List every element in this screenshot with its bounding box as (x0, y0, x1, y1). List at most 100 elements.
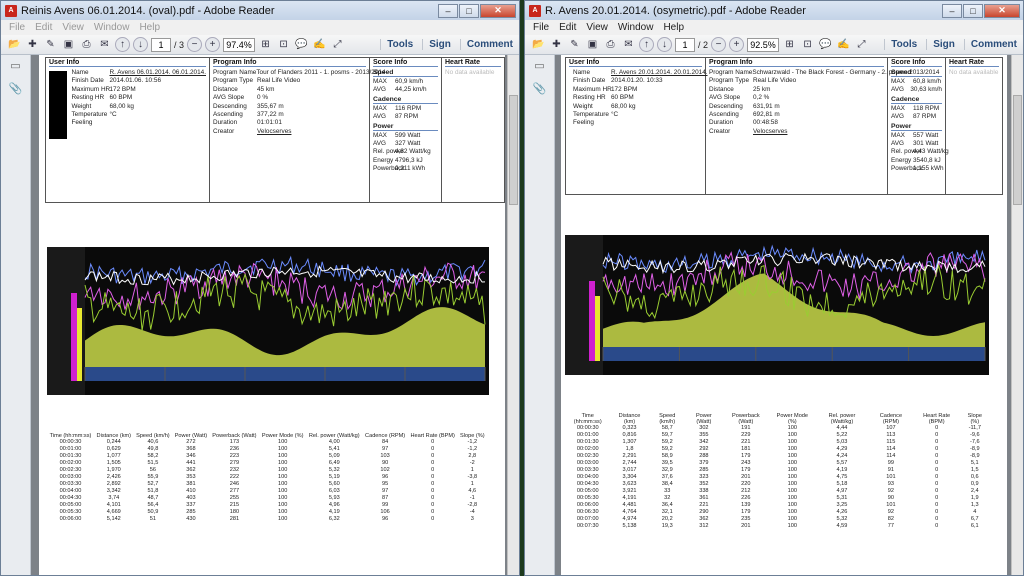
program-info-value[interactable]: Velocserves (753, 128, 787, 136)
title-bar[interactable]: A Reinis Avens 06.01.2014. (oval).pdf - … (1, 1, 519, 20)
table-cell: 5,57 (836, 460, 848, 466)
page-number-input[interactable]: 1 (151, 37, 171, 52)
prev-page-icon[interactable]: ↑ (639, 37, 654, 52)
table-cell: 221 (741, 439, 751, 445)
program-info-label: Duration (213, 119, 238, 127)
maximize-button[interactable]: □ (963, 3, 983, 18)
print-icon[interactable]: ⎙ (79, 37, 94, 52)
pages-icon[interactable]: ▭ (10, 59, 20, 72)
attachment-icon[interactable]: 📎 (9, 82, 23, 95)
expand-icon[interactable]: ⤢ (330, 37, 345, 52)
sign-link[interactable]: Sign (422, 39, 457, 50)
document-viewport[interactable]: User Info Name R. Avens 20.01.2014. 20.01… (555, 55, 1011, 575)
open-icon[interactable]: 📂 (7, 37, 22, 52)
menu-view[interactable]: View (586, 22, 608, 33)
menu-edit[interactable]: Edit (559, 22, 576, 33)
table-row: 00:04:00 3,342 51,8 410 277 100 6,03 97 0 4,6 (47, 488, 487, 495)
tools-link[interactable]: Tools (380, 39, 419, 50)
left-reader-window[interactable]: A Reinis Avens 06.01.2014. (oval).pdf - … (0, 0, 520, 576)
save-icon[interactable]: ▣ (61, 37, 76, 52)
prev-page-icon[interactable]: ↑ (115, 37, 130, 52)
minimize-button[interactable]: – (438, 3, 458, 18)
user-info-value[interactable]: R. Avens 20.01.2014. 20.01.2014. (611, 69, 708, 77)
program-info-header: Program Info (213, 59, 366, 67)
table-cell: 82 (887, 516, 894, 522)
table-cell: 229 (741, 432, 751, 438)
table-cell: 0 (431, 467, 435, 473)
close-button[interactable]: ✕ (480, 3, 516, 18)
zoom-level-select[interactable]: 92.5% (747, 37, 780, 52)
table-cell: 441 (186, 460, 196, 466)
program-info-value: 631,91 m (753, 102, 780, 110)
minimize-button[interactable]: – (942, 3, 962, 18)
expand-icon[interactable]: ⤢ (854, 37, 869, 52)
zoom-in-icon[interactable]: + (729, 37, 745, 52)
program-info-header: Program Info (709, 59, 884, 67)
title-bar[interactable]: A R. Avens 20.01.2014. (osymetric).pdf -… (525, 1, 1023, 20)
save-icon[interactable]: ▣ (585, 37, 600, 52)
table-cell: 1,505 (106, 460, 121, 466)
open-icon[interactable]: 📂 (531, 37, 546, 52)
fit-page-icon[interactable]: ⊞ (782, 37, 797, 52)
tools-link[interactable]: Tools (884, 39, 923, 50)
table-cell: 181 (741, 446, 751, 452)
menu-help[interactable]: Help (663, 22, 684, 33)
user-info-label: Maximum HR (573, 85, 612, 93)
fit-width-icon[interactable]: ⊡ (800, 37, 815, 52)
document-viewport[interactable]: User Info Name R. Avens 06.01.2014. 06.01… (31, 55, 507, 575)
edit-icon[interactable]: ✎ (43, 37, 58, 52)
comment-link[interactable]: Comment (963, 39, 1023, 50)
email-icon[interactable]: ✉ (97, 37, 112, 52)
zoom-out-icon[interactable]: − (711, 37, 727, 52)
right-reader-window[interactable]: A R. Avens 20.01.2014. (osymetric).pdf -… (524, 0, 1024, 576)
menu-file[interactable]: File (9, 22, 25, 33)
fit-page-icon[interactable]: ⊞ (258, 37, 273, 52)
sign-link[interactable]: Sign (926, 39, 961, 50)
edit-icon[interactable]: ✎ (567, 37, 582, 52)
next-page-icon[interactable]: ↓ (133, 37, 148, 52)
scroll-thumb[interactable] (1013, 95, 1022, 205)
zoom-in-icon[interactable]: + (205, 37, 221, 52)
highlight-icon[interactable]: ✍ (836, 37, 851, 52)
program-info-value[interactable]: Velocserves (257, 128, 291, 136)
table-cell: 00:03:00 (576, 460, 599, 466)
table-cell: 0,6 (970, 474, 979, 480)
menu-window[interactable]: Window (94, 22, 130, 33)
menu-file[interactable]: File (533, 22, 549, 33)
table-cell: 179 (741, 509, 751, 515)
attachment-icon[interactable]: 📎 (533, 82, 547, 95)
menu-help[interactable]: Help (139, 22, 160, 33)
user-info-label: Temperature (573, 111, 609, 119)
user-info-value[interactable]: R. Avens 06.01.2014. 06.01.2014. (109, 69, 206, 77)
highlight-icon[interactable]: ✍ (312, 37, 327, 52)
print-icon[interactable]: ⎙ (603, 37, 618, 52)
table-cell: 90 (381, 460, 389, 466)
zoom-level-select[interactable]: 97.4% (223, 37, 256, 52)
menu-view[interactable]: View (62, 22, 84, 33)
pages-icon[interactable]: ▭ (534, 59, 544, 72)
fit-width-icon[interactable]: ⊡ (276, 37, 291, 52)
menu-edit[interactable]: Edit (35, 22, 52, 33)
table-cell: 100 (278, 467, 288, 473)
vertical-scrollbar[interactable] (507, 55, 519, 575)
scroll-thumb[interactable] (509, 95, 518, 205)
menu-window[interactable]: Window (618, 22, 654, 33)
create-pdf-icon[interactable]: ✚ (25, 37, 40, 52)
table-cell: 100 (787, 460, 797, 466)
create-pdf-icon[interactable]: ✚ (549, 37, 564, 52)
email-icon[interactable]: ✉ (621, 37, 636, 52)
table-cell: 0,244 (106, 439, 121, 445)
vertical-scrollbar[interactable] (1011, 55, 1023, 575)
comment-icon[interactable]: 💬 (818, 37, 833, 52)
speed-label: MAX (891, 78, 905, 85)
close-button[interactable]: ✕ (984, 3, 1020, 18)
program-info-section: Program Info Program Name Tour of Flander… (210, 58, 386, 202)
table-cell: 00:03:30 (576, 467, 599, 473)
page-number-input[interactable]: 1 (675, 37, 695, 52)
maximize-button[interactable]: □ (459, 3, 479, 18)
next-page-icon[interactable]: ↓ (657, 37, 672, 52)
comment-icon[interactable]: 💬 (294, 37, 309, 52)
zoom-out-icon[interactable]: − (187, 37, 203, 52)
table-cell: 1,8 (625, 446, 634, 452)
comment-link[interactable]: Comment (459, 39, 519, 50)
